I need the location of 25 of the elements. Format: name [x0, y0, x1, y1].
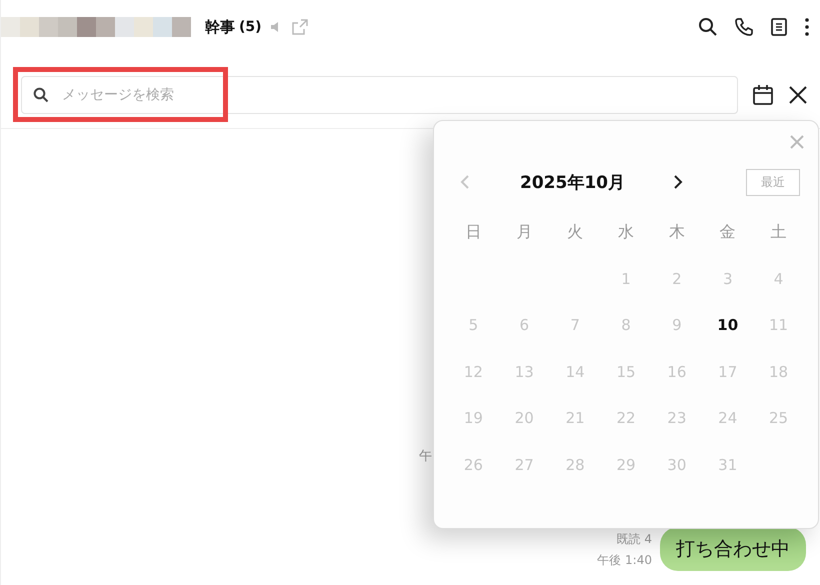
search-icon [33, 87, 49, 103]
weekday-label: 木 [668, 222, 685, 243]
recent-button[interactable]: 最近 [746, 168, 800, 196]
chevron-right-icon[interactable] [672, 174, 683, 190]
weekday-label: 月 [516, 222, 532, 243]
weekday-label: 火 [567, 222, 584, 243]
member-count: (5) [239, 19, 262, 35]
calendar-icon[interactable] [752, 84, 774, 106]
weekday-label: 土 [770, 222, 787, 243]
month-label: 2025年10月 [520, 172, 625, 194]
message-time: 午後 1:40 [597, 552, 652, 569]
more-icon[interactable] [804, 17, 810, 37]
message-bubble: 打ち合わせ中 [660, 527, 806, 571]
close-icon[interactable] [788, 85, 808, 105]
weekday-label: 日 [465, 222, 482, 243]
message-time: 午 [419, 448, 432, 465]
weekday-label: 水 [618, 222, 634, 243]
search-field[interactable]: メッセージを検索 [21, 76, 738, 114]
read-receipt: 既読 4 [616, 531, 652, 548]
chat-title: 幹事 [205, 18, 235, 36]
notes-icon[interactable] [770, 17, 788, 37]
weekday-label: 金 [720, 222, 736, 243]
calendar-day[interactable]: 10 [717, 316, 738, 334]
search-icon[interactable] [698, 17, 718, 37]
phone-icon[interactable] [734, 17, 754, 37]
